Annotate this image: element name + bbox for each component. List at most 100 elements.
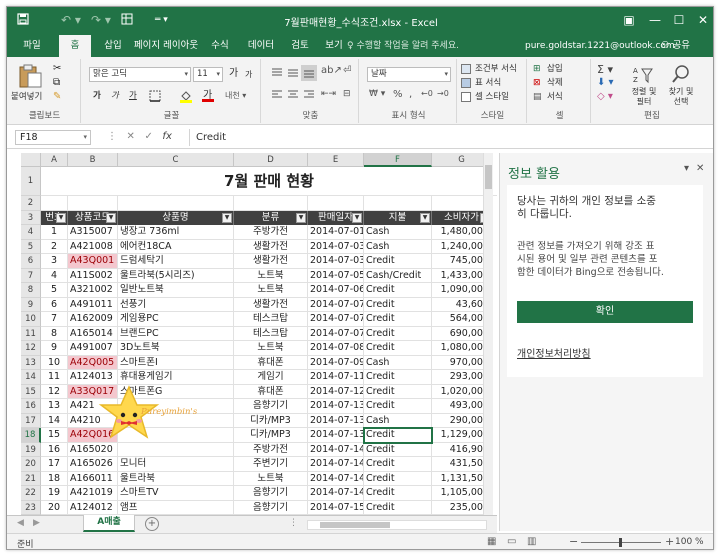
table-cell[interactable]: 7 xyxy=(41,312,68,327)
table-cell[interactable]: A491011 xyxy=(68,297,118,312)
table-cell[interactable]: 2014-07-13 xyxy=(308,428,364,443)
table-cell[interactable]: 3D노트북 xyxy=(118,341,234,356)
table-cell[interactable]: A321002 xyxy=(68,283,118,298)
table-cell[interactable]: Cash xyxy=(364,413,432,428)
row-header-10[interactable]: 10 xyxy=(21,312,41,327)
add-sheet-icon[interactable]: + xyxy=(145,517,159,531)
align-left-icon[interactable] xyxy=(271,89,283,104)
row-header-13[interactable]: 13 xyxy=(21,355,41,370)
tab-scroll-left-icon[interactable]: ◀ xyxy=(17,518,24,528)
table-cell[interactable]: 2014-07-13 xyxy=(308,399,364,414)
table-cell[interactable]: 2014-07-07 xyxy=(308,312,364,327)
table-cell[interactable]: 2014-07-13 xyxy=(308,413,364,428)
select-all-button[interactable] xyxy=(21,153,41,167)
tell-me-box[interactable]: ♀ 수행할 작업을 알려 주세요. xyxy=(347,35,459,57)
align-bottom-icon[interactable] xyxy=(301,65,317,81)
row-header-18[interactable]: 18 xyxy=(21,428,41,443)
table-cell[interactable]: 11 xyxy=(41,370,68,385)
table-cell[interactable]: A124012 xyxy=(68,500,118,515)
table-cell[interactable]: 2014-07-14 xyxy=(308,486,364,501)
table-cell[interactable]: 2014-07-01 xyxy=(308,225,364,240)
font-size-select[interactable]: 11 ▾ xyxy=(193,67,223,82)
share-button[interactable]: ⚇ 공유 xyxy=(661,35,690,57)
row-header-4[interactable]: 4 xyxy=(21,225,41,240)
table-cell[interactable]: 2014-07-07 xyxy=(308,326,364,341)
table-header-cell[interactable]: 분류 ▼ xyxy=(234,210,308,225)
fill-color-icon[interactable] xyxy=(179,89,193,106)
table-cell[interactable]: 음향기기 xyxy=(234,399,308,414)
table-cell[interactable]: 주방가전 xyxy=(234,442,308,457)
ribbon-display-icon[interactable]: ▣ xyxy=(619,12,639,28)
table-cell[interactable]: 선풍기 xyxy=(118,297,234,312)
table-cell[interactable]: 게임기 xyxy=(234,370,308,385)
privacy-policy-link[interactable]: 개인정보처리방침 xyxy=(517,345,591,360)
table-cell[interactable]: 일반노트북 xyxy=(118,283,234,298)
zoom-level[interactable]: 100 % xyxy=(675,537,704,547)
table-cell[interactable]: Credit xyxy=(364,326,432,341)
table-cell[interactable]: 2014-07-05 xyxy=(308,268,364,283)
table-cell[interactable]: Cash xyxy=(364,225,432,240)
tab-page-layout[interactable]: 페이지 레이아웃 xyxy=(131,35,201,57)
table-cell[interactable]: 2014-07-08 xyxy=(308,341,364,356)
comma-icon[interactable]: , xyxy=(409,89,412,100)
format-painter-icon[interactable]: ✎ xyxy=(53,91,61,102)
table-header-cell[interactable]: 번호 ▼ xyxy=(41,210,68,225)
table-cell[interactable]: 2014-07-06 xyxy=(308,283,364,298)
empty-cell[interactable] xyxy=(308,196,364,211)
filter-dropdown-icon[interactable]: ▼ xyxy=(352,212,362,223)
table-cell[interactable]: Cash/Credit xyxy=(364,268,432,283)
table-cell[interactable]: 브랜드PC xyxy=(118,326,234,341)
table-cell[interactable]: A43Q001 xyxy=(68,254,118,269)
sheet-title[interactable]: 7월 판매 현황 xyxy=(41,167,497,196)
column-header-b[interactable]: B xyxy=(68,153,118,167)
conditional-format-button[interactable]: 조건부 서식 xyxy=(475,63,517,75)
horizontal-scrollbar[interactable] xyxy=(307,520,487,530)
table-cell[interactable]: 모니터 xyxy=(118,457,234,472)
table-cell[interactable]: 2014-07-12 xyxy=(308,384,364,399)
row-header-9[interactable]: 9 xyxy=(21,297,41,312)
pane-options-icon[interactable]: ▾ xyxy=(684,163,689,174)
empty-cell[interactable] xyxy=(68,196,118,211)
indent-icon[interactable]: ⇤⇥ xyxy=(321,89,336,99)
table-cell[interactable]: 생활가전 xyxy=(234,254,308,269)
zoom-out-icon[interactable]: − xyxy=(569,535,578,548)
normal-view-icon[interactable]: ▦ xyxy=(487,536,496,547)
table-cell[interactable]: 2014-07-14 xyxy=(308,442,364,457)
insert-function-icon[interactable]: fx xyxy=(162,131,171,142)
table-cell[interactable]: 휴대폰 xyxy=(234,355,308,370)
find-select-button[interactable]: 찾기 및 선택 xyxy=(665,87,697,107)
table-cell[interactable]: Credit xyxy=(364,486,432,501)
format-cells-button[interactable]: 서식 xyxy=(547,91,563,103)
delete-cells-button[interactable]: 삭제 xyxy=(547,77,563,89)
table-cell[interactable]: Credit xyxy=(364,457,432,472)
table-cell[interactable]: Cash xyxy=(364,239,432,254)
empty-cell[interactable] xyxy=(118,196,234,211)
table-cell[interactable]: 테스크탑 xyxy=(234,326,308,341)
table-cell[interactable]: 디카/MP3 xyxy=(234,413,308,428)
table-cell[interactable]: 노트북 xyxy=(234,341,308,356)
table-cell[interactable]: 스마트폰I xyxy=(118,355,234,370)
align-right-icon[interactable] xyxy=(303,89,315,104)
table-cell[interactable]: 10 xyxy=(41,355,68,370)
empty-cell[interactable] xyxy=(364,196,432,211)
row-header-2[interactable]: 2 xyxy=(21,196,41,211)
table-cell[interactable]: Credit xyxy=(364,384,432,399)
table-cell[interactable]: Credit xyxy=(364,297,432,312)
paste-button[interactable]: 붙여넣기 xyxy=(11,91,42,103)
scroll-thumb[interactable] xyxy=(485,165,492,189)
sheet-tab-a-sales[interactable]: A매출 xyxy=(83,515,135,532)
ok-button[interactable]: 확인 xyxy=(517,301,693,323)
table-cell[interactable]: 6 xyxy=(41,297,68,312)
table-cell[interactable]: 디카/MP3 xyxy=(234,428,308,443)
increase-decimal-icon[interactable]: ←0 xyxy=(421,89,433,98)
table-cell[interactable]: 13 xyxy=(41,399,68,414)
table-cell[interactable]: A421008 xyxy=(68,239,118,254)
table-cell[interactable]: 4 xyxy=(41,268,68,283)
filter-dropdown-icon[interactable]: ▼ xyxy=(106,212,116,223)
table-cell[interactable]: Credit xyxy=(364,471,432,486)
table-header-cell[interactable]: 상품명 ▼ xyxy=(118,210,234,225)
orientation-icon[interactable]: ab↗ xyxy=(321,65,342,76)
row-header-12[interactable]: 12 xyxy=(21,341,41,356)
font-color-icon[interactable]: 가 xyxy=(201,88,215,105)
table-cell[interactable]: 15 xyxy=(41,428,68,443)
